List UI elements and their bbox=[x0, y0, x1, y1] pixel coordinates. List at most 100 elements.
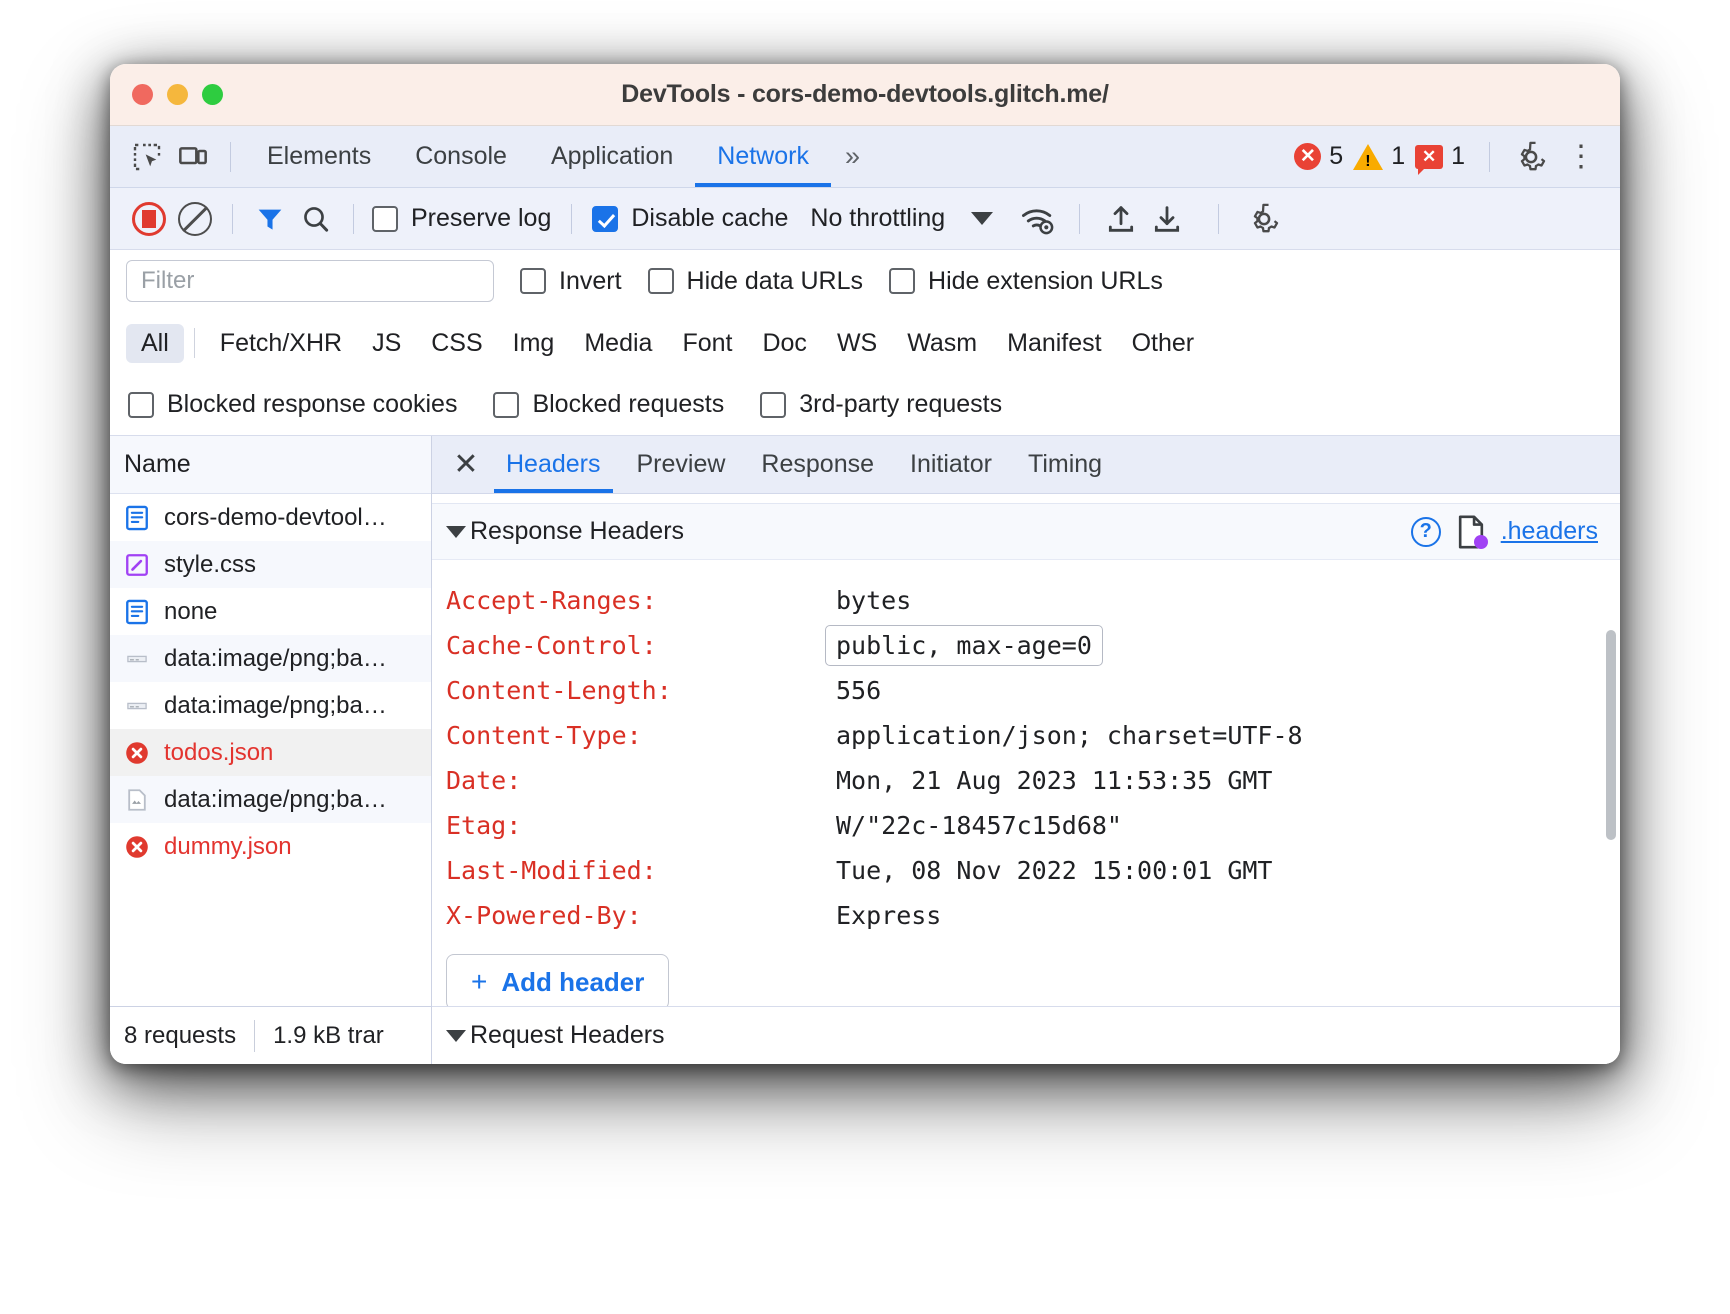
export-har-icon[interactable] bbox=[1144, 196, 1190, 242]
table-row[interactable]: data:image/png;ba… bbox=[110, 776, 431, 823]
header-row[interactable]: Content-Type: application/json; charset=… bbox=[432, 713, 1620, 758]
tab-console[interactable]: Console bbox=[393, 126, 529, 187]
headers-override-file-icon[interactable] bbox=[1457, 515, 1485, 549]
inspect-element-icon[interactable] bbox=[124, 134, 170, 180]
type-filter-ws[interactable]: WS bbox=[822, 324, 892, 363]
header-row[interactable]: Content-Length: 556 bbox=[432, 668, 1620, 713]
header-row[interactable]: Accept-Ranges: bytes bbox=[432, 578, 1620, 623]
table-row[interactable]: cors-demo-devtool… bbox=[110, 494, 431, 541]
request-headers-title: Request Headers bbox=[470, 1021, 665, 1050]
type-filter-img[interactable]: Img bbox=[498, 324, 570, 363]
type-filter-fetch-xhr[interactable]: Fetch/XHR bbox=[205, 324, 357, 363]
table-row[interactable]: data:image/png;ba… bbox=[110, 635, 431, 682]
type-filter-css[interactable]: CSS bbox=[416, 324, 497, 363]
resource-type-filters: All Fetch/XHR JS CSS Img Media Font Doc … bbox=[110, 312, 1620, 374]
chevron-down-icon bbox=[971, 212, 993, 225]
preserve-log-checkbox[interactable]: Preserve log bbox=[372, 204, 551, 233]
header-row[interactable]: Etag: W/"22c-18457c15d68" bbox=[432, 803, 1620, 848]
help-icon[interactable]: ? bbox=[1411, 517, 1441, 547]
blocked-requests-checkbox[interactable]: Blocked requests bbox=[493, 390, 724, 419]
warning-icon: ! bbox=[1353, 144, 1383, 170]
import-har-icon[interactable] bbox=[1098, 196, 1144, 242]
type-filter-font[interactable]: Font bbox=[667, 324, 747, 363]
network-toolbar: Preserve log Disable cache No throttling bbox=[110, 188, 1620, 250]
device-toolbar-icon[interactable] bbox=[170, 134, 216, 180]
headers-override-link[interactable]: .headers bbox=[1501, 517, 1598, 546]
type-filter-all[interactable]: All bbox=[126, 324, 184, 363]
blocked-response-cookies-box bbox=[128, 392, 154, 418]
tab-timing[interactable]: Timing bbox=[1010, 436, 1120, 493]
table-row[interactable]: todos.json bbox=[110, 729, 431, 776]
table-row[interactable]: dummy.json bbox=[110, 823, 431, 870]
hide-data-urls-checkbox[interactable]: Hide data URLs bbox=[648, 267, 863, 296]
tab-network-label: Network bbox=[717, 142, 809, 171]
record-button[interactable] bbox=[126, 196, 172, 242]
close-icon[interactable]: ✕ bbox=[444, 443, 488, 487]
response-headers-title: Response Headers bbox=[470, 517, 684, 546]
type-filter-media[interactable]: Media bbox=[569, 324, 667, 363]
tab-application[interactable]: Application bbox=[529, 126, 695, 187]
chevron-down-icon bbox=[446, 526, 466, 538]
tab-response[interactable]: Response bbox=[743, 436, 892, 493]
preserve-log-label: Preserve log bbox=[411, 204, 551, 233]
message-counter[interactable]: ✕ 1 bbox=[1415, 142, 1465, 171]
tab-elements[interactable]: Elements bbox=[245, 126, 393, 187]
image-small-icon bbox=[124, 646, 150, 672]
type-filter-other[interactable]: Other bbox=[1117, 324, 1210, 363]
tab-network[interactable]: Network bbox=[695, 126, 831, 187]
type-filter-wasm[interactable]: Wasm bbox=[892, 324, 992, 363]
disable-cache-checkbox[interactable]: Disable cache bbox=[592, 204, 788, 233]
filter-input[interactable]: Filter bbox=[126, 260, 494, 302]
tab-headers[interactable]: Headers bbox=[488, 436, 619, 493]
header-row[interactable]: Last-Modified: Tue, 08 Nov 2022 15:00:01… bbox=[432, 848, 1620, 893]
header-row[interactable]: X-Powered-By: Express bbox=[432, 893, 1620, 938]
table-row[interactable]: data:image/png;ba… bbox=[110, 682, 431, 729]
header-name: Content-Length: bbox=[446, 676, 836, 705]
stylesheet-icon bbox=[124, 552, 150, 578]
header-name: Last-Modified: bbox=[446, 856, 836, 885]
table-row[interactable]: style.css bbox=[110, 541, 431, 588]
gear-icon[interactable] bbox=[1508, 134, 1554, 180]
tab-application-label: Application bbox=[551, 142, 673, 171]
warning-counter[interactable]: ! 1 bbox=[1353, 142, 1405, 171]
hide-extension-urls-checkbox[interactable]: Hide extension URLs bbox=[889, 267, 1163, 296]
third-party-requests-checkbox[interactable]: 3rd-party requests bbox=[760, 390, 1002, 419]
table-row[interactable]: none bbox=[110, 588, 431, 635]
headers-view: Response Headers ? .headers Acce bbox=[432, 494, 1620, 1064]
add-header-wrapper: + Add header bbox=[432, 938, 1620, 1006]
header-row[interactable]: Cache-Control: public, max-age=0 bbox=[432, 623, 1620, 668]
headers-scrollbar[interactable] bbox=[1606, 630, 1616, 840]
network-settings-icon[interactable] bbox=[1241, 196, 1287, 242]
type-filter-js[interactable]: JS bbox=[357, 324, 416, 363]
funnel-icon[interactable] bbox=[247, 196, 293, 242]
header-value: 556 bbox=[836, 676, 881, 705]
more-tabs-icon[interactable]: » bbox=[831, 141, 871, 172]
header-row[interactable]: Date: Mon, 21 Aug 2023 11:53:35 GMT bbox=[432, 758, 1620, 803]
throttling-value: No throttling bbox=[810, 204, 945, 233]
error-icon bbox=[124, 740, 150, 766]
type-filter-doc[interactable]: Doc bbox=[747, 324, 821, 363]
clear-icon bbox=[178, 202, 212, 236]
header-value-editable[interactable]: public, max-age=0 bbox=[825, 625, 1103, 666]
search-icon[interactable] bbox=[293, 196, 339, 242]
blocked-response-cookies-checkbox[interactable]: Blocked response cookies bbox=[128, 390, 457, 419]
request-detail-pane: ✕ Headers Preview Response Initiator Tim… bbox=[432, 436, 1620, 1064]
type-filter-manifest[interactable]: Manifest bbox=[992, 324, 1116, 363]
request-headers-section-header[interactable]: Request Headers bbox=[432, 1006, 1620, 1064]
third-party-requests-label: 3rd-party requests bbox=[799, 390, 1002, 419]
tab-initiator[interactable]: Initiator bbox=[892, 436, 1010, 493]
add-header-button[interactable]: + Add header bbox=[446, 954, 669, 1006]
throttling-dropdown[interactable]: No throttling bbox=[810, 204, 993, 233]
response-headers-actions: ? .headers bbox=[1411, 515, 1598, 549]
clear-button[interactable] bbox=[172, 196, 218, 242]
panel-tabs: Elements Console Application Network » bbox=[245, 126, 871, 187]
more-options-icon[interactable]: ⋮ bbox=[1558, 134, 1604, 180]
response-headers-section-header[interactable]: Response Headers ? .headers bbox=[432, 504, 1620, 560]
error-counter[interactable]: ✕ 5 bbox=[1294, 142, 1343, 171]
tab-preview[interactable]: Preview bbox=[619, 436, 744, 493]
request-list-pane: Name cors-demo-devtool… style.css bbox=[110, 436, 432, 1064]
invert-checkbox[interactable]: Invert bbox=[520, 267, 622, 296]
disable-cache-box bbox=[592, 206, 618, 232]
wifi-settings-icon[interactable] bbox=[1015, 196, 1061, 242]
request-list-column-header[interactable]: Name bbox=[110, 436, 431, 494]
